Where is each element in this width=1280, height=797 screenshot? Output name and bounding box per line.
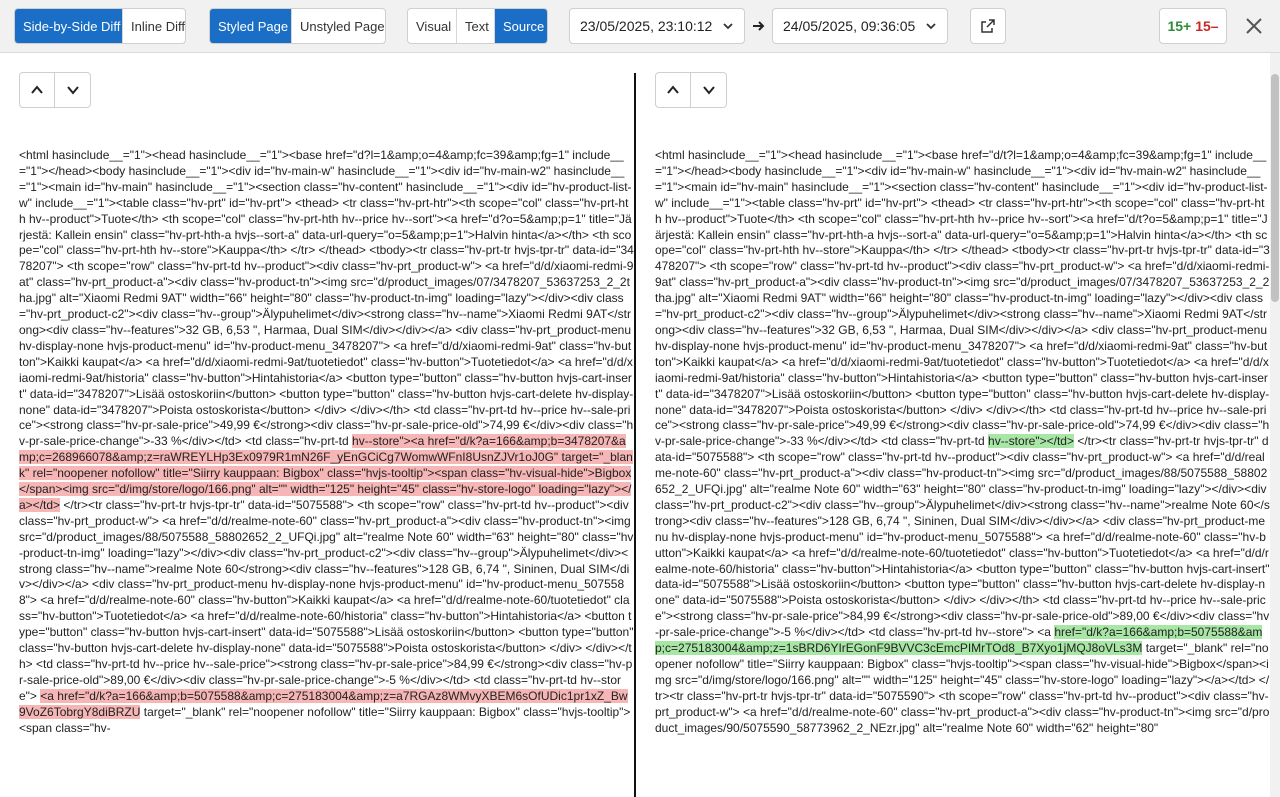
source-text: </tr><tr class="hv-prt-tr hvjs-tpr-tr" d… bbox=[655, 434, 1270, 640]
from-date-dropdown[interactable]: 23/05/2025, 23:10:12 bbox=[569, 8, 745, 44]
chevron-up-icon bbox=[31, 85, 43, 94]
open-external-button[interactable] bbox=[970, 8, 1006, 44]
visual-view-button[interactable]: Visual bbox=[408, 9, 457, 43]
chevron-down-icon bbox=[926, 23, 936, 30]
source-text: <html hasinclude__="1"><head hasinclude_… bbox=[19, 148, 634, 449]
source-text: target="_blank" rel="noopener nofollow" … bbox=[655, 641, 1270, 735]
to-date-dropdown[interactable]: 24/05/2025, 09:36:05 bbox=[772, 8, 948, 44]
left-source-code: <html hasinclude__="1"><head hasinclude_… bbox=[19, 148, 634, 737]
deletions-count: 15– bbox=[1195, 18, 1219, 34]
right-source-code: <html hasinclude__="1"><head hasinclude_… bbox=[655, 148, 1270, 737]
source-view-button[interactable]: Source bbox=[495, 9, 547, 43]
chevron-down-icon bbox=[66, 86, 79, 95]
inline-diff-button[interactable]: Inline Diff bbox=[123, 9, 185, 43]
toolbar: Side-by-Side Diff Inline Diff Styled Pag… bbox=[0, 0, 1280, 53]
text-view-button[interactable]: Text bbox=[457, 9, 495, 43]
diff-mode-toggle: Side-by-Side Diff Inline Diff bbox=[14, 8, 186, 44]
scrollbar-thumb[interactable] bbox=[1271, 74, 1279, 302]
additions-count: 15+ bbox=[1167, 18, 1192, 34]
previous-change-button[interactable] bbox=[20, 73, 55, 107]
arrow-right-icon bbox=[753, 21, 765, 31]
view-mode-toggle: Visual Text Source bbox=[407, 8, 548, 44]
external-link-icon bbox=[981, 19, 995, 33]
added-text: hv--store"></td> bbox=[988, 434, 1074, 449]
left-change-navigation bbox=[19, 72, 91, 108]
page-mode-toggle: Styled Page Unstyled Page bbox=[209, 8, 386, 44]
right-change-navigation bbox=[655, 72, 727, 108]
next-change-button[interactable] bbox=[55, 73, 90, 107]
chevron-down-icon bbox=[702, 86, 715, 95]
left-pane-old-source: <html hasinclude__="1"><head hasinclude_… bbox=[0, 53, 634, 797]
source-text: <html hasinclude__="1"><head hasinclude_… bbox=[655, 148, 1270, 449]
styled-page-button[interactable]: Styled Page bbox=[210, 9, 292, 43]
source-text: </tr><tr class="hv-prt-tr hvjs-tpr-tr" d… bbox=[19, 497, 634, 703]
previous-change-button[interactable] bbox=[656, 73, 691, 107]
next-change-button[interactable] bbox=[691, 73, 726, 107]
unstyled-page-button[interactable]: Unstyled Page bbox=[292, 9, 385, 43]
change-counts[interactable]: 15+ 15– bbox=[1159, 8, 1227, 44]
to-date-value: 24/05/2025, 09:36:05 bbox=[783, 18, 916, 34]
close-icon[interactable] bbox=[1243, 15, 1265, 37]
right-pane-new-source: <html hasinclude__="1"><head hasinclude_… bbox=[636, 53, 1270, 797]
from-date-value: 23/05/2025, 23:10:12 bbox=[580, 18, 713, 34]
chevron-down-icon bbox=[723, 23, 733, 30]
side-by-side-diff-button[interactable]: Side-by-Side Diff bbox=[15, 9, 123, 43]
chevron-up-icon bbox=[667, 85, 679, 94]
